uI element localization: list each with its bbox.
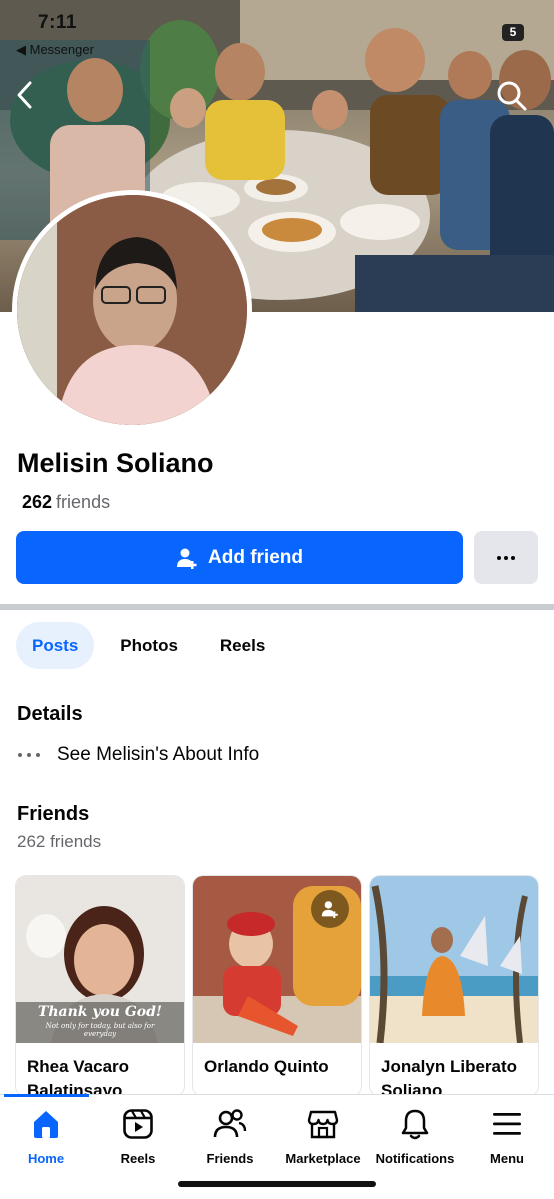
friend-count[interactable]: 262 friends: [22, 492, 110, 513]
friend-card[interactable]: Thank you God! Not only for today, but a…: [16, 876, 184, 1096]
friend-card[interactable]: Jonalyn Liberato Soliano: [370, 876, 538, 1096]
nav-notifications[interactable]: Notifications: [365, 1107, 465, 1166]
search-icon: [497, 81, 527, 111]
back-to-app-link[interactable]: ◀ Messenger: [16, 42, 94, 58]
profile-avatar[interactable]: [12, 190, 252, 430]
add-friend-overlay-button[interactable]: [311, 890, 349, 928]
search-button[interactable]: [496, 80, 532, 116]
friends-subtitle: 262 friends: [17, 832, 102, 851]
add-friend-label: Add friend: [208, 546, 303, 568]
about-info-label: See Melisin's About Info: [57, 744, 260, 765]
bell-icon: [398, 1107, 432, 1141]
details-heading: Details: [17, 703, 83, 725]
nav-reels[interactable]: Reels: [88, 1107, 188, 1166]
friend-name: Rhea Vacaro Balatinsayo: [27, 1057, 130, 1096]
friends-heading: Friends: [17, 803, 90, 825]
nav-home[interactable]: Home: [0, 1107, 96, 1166]
friends-icon: [213, 1107, 247, 1141]
more-dots-icon: [18, 753, 40, 757]
marketplace-icon: [306, 1107, 340, 1141]
status-time: 7:11: [38, 12, 77, 33]
nav-reels-label: Reels: [120, 1151, 156, 1166]
tab-posts[interactable]: Posts: [16, 622, 95, 669]
battery-icon: 5: [502, 24, 524, 41]
friends-grid: Thank you God! Not only for today, but a…: [16, 876, 546, 1096]
profile-tabs: Posts Photos Reels: [16, 622, 281, 669]
nav-menu-label: Menu: [490, 1151, 524, 1166]
nav-friends-label: Friends: [206, 1151, 254, 1166]
friend-count-number: 262: [22, 492, 53, 512]
friend-count-label: friends: [56, 492, 111, 512]
nav-marketplace[interactable]: Marketplace: [273, 1107, 373, 1166]
more-options-button[interactable]: [474, 531, 538, 584]
nav-home-label: Home: [27, 1151, 65, 1166]
reels-icon: [121, 1107, 155, 1141]
friend-photo: Thank you God! Not only for today, but a…: [16, 876, 184, 1043]
nav-menu[interactable]: Menu: [457, 1107, 554, 1166]
section-divider: [0, 604, 554, 610]
back-button[interactable]: [14, 80, 50, 116]
add-person-icon: [177, 548, 197, 569]
nav-friends[interactable]: Friends: [180, 1107, 280, 1166]
home-indicator-bar: [178, 1181, 376, 1187]
friend-photo: [370, 876, 538, 1043]
avatar-photo: [17, 195, 247, 425]
tab-reels[interactable]: Reels: [204, 622, 281, 669]
add-person-icon: [321, 901, 338, 918]
menu-icon: [490, 1107, 524, 1141]
home-icon: [29, 1107, 63, 1141]
friend-name: Jonalyn Liberato Soliano: [381, 1057, 518, 1096]
about-info-link[interactable]: See Melisin's About Info: [17, 744, 259, 766]
photo-caption-sub: Not only for today, but also for everyda…: [45, 1022, 155, 1038]
add-friend-button[interactable]: Add friend: [16, 531, 463, 584]
friend-card[interactable]: Orlando Quinto: [193, 876, 361, 1096]
active-tab-indicator: [4, 1094, 89, 1097]
profile-name: Melisin Soliano: [17, 448, 214, 478]
nav-marketplace-label: Marketplace: [285, 1151, 361, 1166]
tab-photos[interactable]: Photos: [104, 622, 194, 669]
friend-photo: [193, 876, 361, 1043]
nav-notifications-label: Notifications: [375, 1151, 455, 1166]
more-dots-icon: [497, 555, 515, 560]
photo-caption: Thank you God!: [37, 1004, 163, 1020]
friend-name: Orlando Quinto: [204, 1057, 329, 1076]
chevron-left-icon: [17, 81, 32, 109]
